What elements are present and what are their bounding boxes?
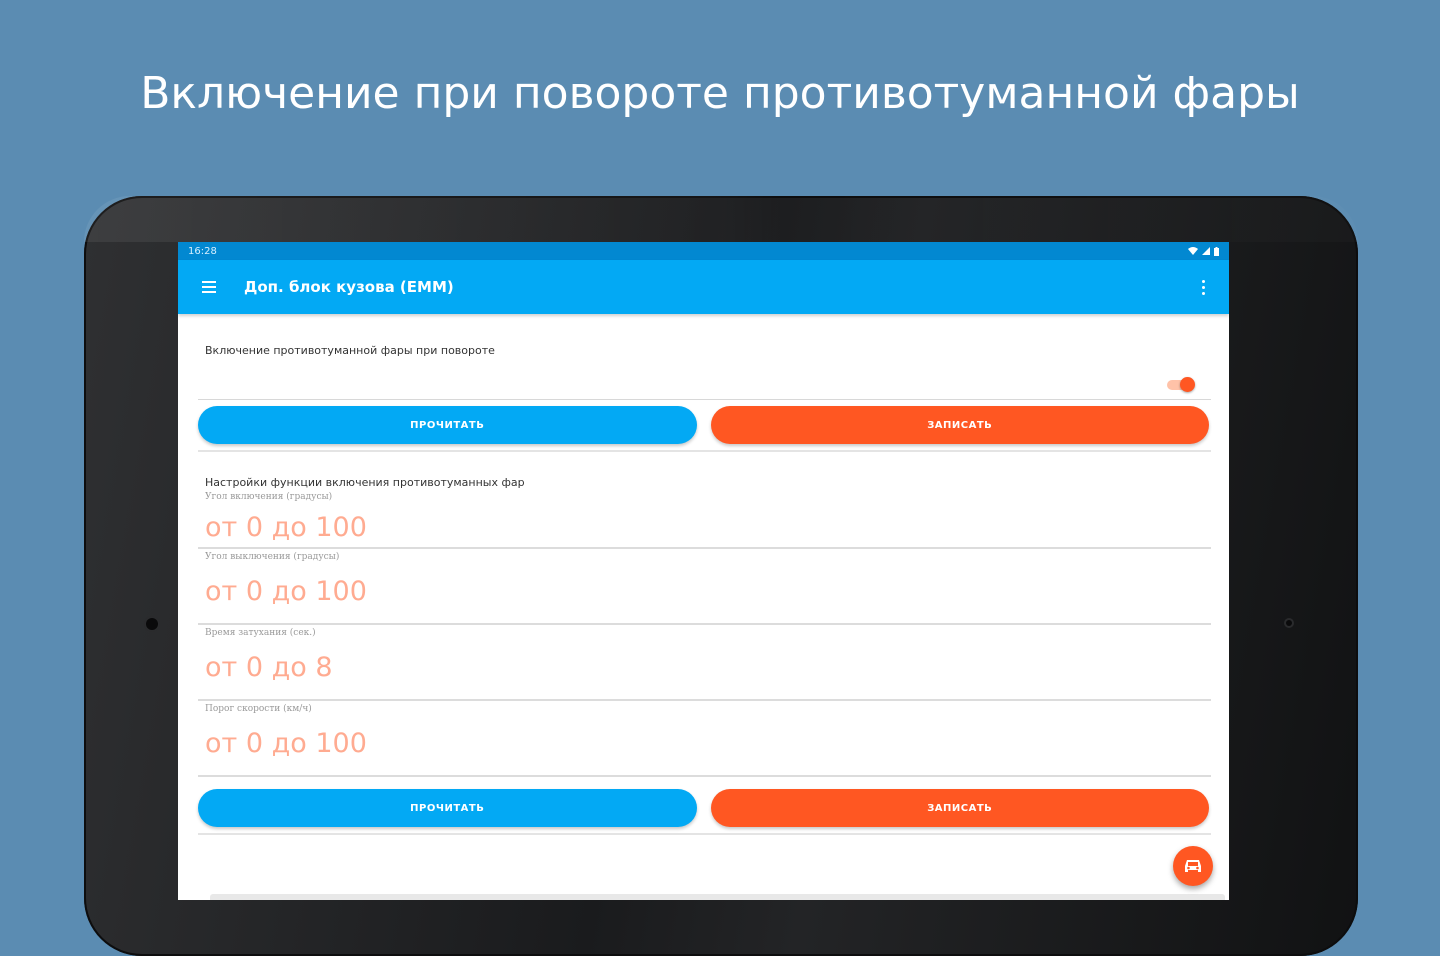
bottom-strip [210,894,1225,900]
settings-write-button[interactable]: ЗАПИСАТЬ [710,789,1209,827]
toggle-thumb [1180,377,1195,392]
fog-light-toggle[interactable] [1167,377,1195,392]
nav-home-button[interactable] [694,867,714,887]
write-button[interactable]: ЗАПИСАТЬ [710,406,1209,444]
hamburger-menu-icon[interactable] [202,281,216,293]
field-label: Угол включения (градусы) [205,492,333,502]
field-label: Порог скорости (км/ч) [205,704,312,714]
car-icon [1185,860,1201,872]
field-label: Угол выключения (градусы) [205,552,340,562]
more-vert-icon[interactable] [1194,276,1213,299]
home-icon [697,871,710,883]
back-icon [570,871,581,883]
tablet-sensor [1286,620,1292,626]
settings-fields: Угол включения (градусы) от 0 до 100 Уго… [198,489,1211,777]
field-label: Время затухания (сек.) [205,628,316,638]
status-icons [1188,246,1219,256]
field-on-angle[interactable]: Угол включения (градусы) от 0 до 100 [198,489,1211,549]
toggle-card: Включение противотуманной фары при повор… [198,314,1211,452]
main-content: Включение противотуманной фары при повор… [178,314,1229,835]
settings-actions: ПРОЧИТАТЬ ЗАПИСАТЬ [198,777,1211,835]
nav-back-button[interactable] [566,867,586,887]
read-button[interactable]: ПРОЧИТАТЬ [198,406,697,444]
car-fab-button[interactable] [1173,846,1213,886]
settings-read-button[interactable]: ПРОЧИТАТЬ [198,789,697,827]
system-nav-bar [178,858,1229,896]
wifi-icon [1188,247,1198,255]
device-screen: 16:28 Доп. блок кузова (EMM) Включение п… [178,242,1229,900]
toggle-card-actions: ПРОЧИТАТЬ ЗАПИСАТЬ [198,400,1211,452]
nav-recents-button[interactable] [822,867,842,887]
tablet-glare [84,196,1358,242]
signal-icon [1202,247,1210,255]
settings-title: Настройки функции включения противотуман… [205,476,525,489]
field-input[interactable]: от 0 до 100 [205,576,1211,607]
tablet-camera [146,618,158,630]
settings-card: Настройки функции включения противотуман… [198,476,1211,835]
app-bar-title: Доп. блок кузова (EMM) [244,278,454,296]
status-bar: 16:28 [178,242,1229,260]
field-input[interactable]: от 0 до 100 [205,512,1211,543]
app-bar: Доп. блок кузова (EMM) [178,260,1229,314]
field-input[interactable]: от 0 до 100 [205,728,1211,759]
field-input[interactable]: от 0 до 8 [205,652,1211,683]
field-off-angle[interactable]: Угол выключения (градусы) от 0 до 100 [198,549,1211,625]
recents-icon [826,871,837,883]
status-time: 16:28 [188,245,217,257]
promo-headline: Включение при повороте противотуманной ф… [140,68,1300,119]
toggle-row [198,357,1211,400]
toggle-card-title: Включение противотуманной фары при повор… [205,344,495,357]
field-fade-time[interactable]: Время затухания (сек.) от 0 до 8 [198,625,1211,701]
battery-icon [1214,246,1219,256]
field-speed-threshold[interactable]: Порог скорости (км/ч) от 0 до 100 [198,701,1211,777]
